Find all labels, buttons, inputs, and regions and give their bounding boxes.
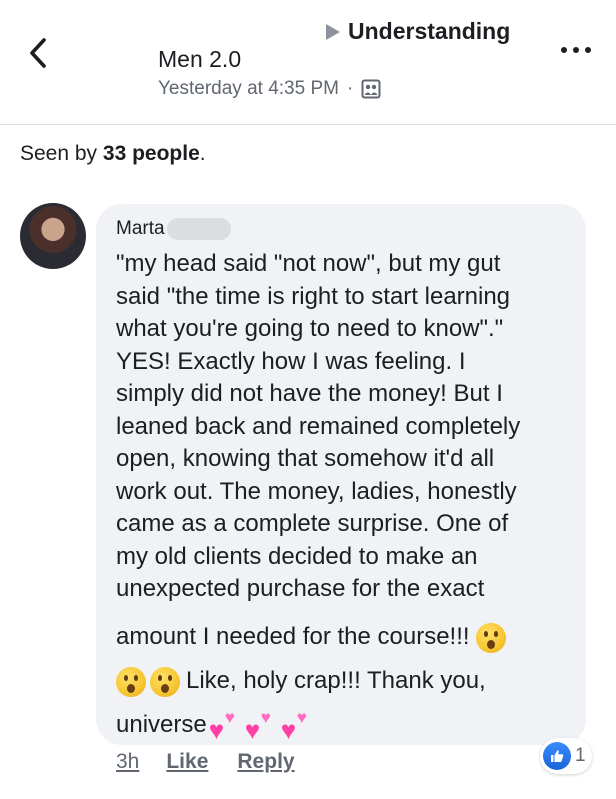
comment-line: "my head said "not now", but my gut bbox=[116, 250, 501, 277]
back-button[interactable] bbox=[24, 36, 52, 70]
comment-line-with-emoji: Like, holy crap!!! Thank you, bbox=[116, 660, 581, 704]
comment-line-with-emoji: amount I needed for the course!!! bbox=[116, 616, 581, 660]
comment-line: simply did not have the money! But I bbox=[116, 380, 503, 407]
two-hearts-icon: ♥ ♥ bbox=[208, 707, 235, 745]
thumbs-up-icon bbox=[543, 742, 571, 770]
comment-actions: 3h Like Reply bbox=[116, 750, 324, 774]
reply-button[interactable]: Reply bbox=[237, 750, 294, 774]
like-button[interactable]: Like bbox=[166, 750, 208, 774]
comment-line: open, knowing that somehow it'd all bbox=[116, 445, 495, 472]
comment-line: unexpected purchase for the exact bbox=[116, 575, 485, 602]
dot bbox=[585, 47, 591, 53]
group-members-icon bbox=[361, 79, 381, 99]
dot bbox=[573, 47, 579, 53]
astonished-face-icon bbox=[150, 666, 180, 697]
avatar[interactable] bbox=[20, 203, 86, 269]
astonished-face-icon bbox=[116, 666, 146, 697]
seen-by-text[interactable]: Seen by 33 people. bbox=[20, 142, 206, 166]
dot bbox=[561, 47, 567, 53]
breadcrumb[interactable]: Understanding bbox=[326, 18, 510, 45]
seen-by-prefix: Seen by bbox=[20, 142, 98, 165]
breadcrumb-label: Understanding bbox=[348, 18, 511, 44]
reaction-count: 1 bbox=[575, 745, 586, 766]
post-meta: Yesterday at 4:35 PM · bbox=[158, 78, 381, 100]
comment-text: "my head said "not now", but my gut said… bbox=[116, 248, 581, 748]
post-timestamp: Yesterday at 4:35 PM bbox=[158, 78, 339, 99]
comment-bubble: Marta "my head said "not now", but my gu… bbox=[96, 204, 586, 745]
more-options-button[interactable] bbox=[561, 40, 591, 60]
comment-line-with-emoji: universe ♥ ♥ ♥ ♥ ♥ ♥ bbox=[116, 704, 581, 748]
seen-by-suffix: . bbox=[199, 142, 206, 165]
post-header: Understanding Men 2.0 Yesterday at 4:35 … bbox=[0, 0, 616, 125]
triangle-right-icon bbox=[326, 23, 340, 40]
comment-line: came as a complete surprise. One of bbox=[116, 510, 509, 537]
two-hearts-icon: ♥ ♥ bbox=[244, 707, 271, 745]
redacted-name-block bbox=[166, 218, 231, 240]
comment-line: Like, holy crap!!! Thank you, bbox=[186, 667, 486, 695]
comment-line: leaned back and remained completely bbox=[116, 412, 521, 440]
group-name[interactable]: Men 2.0 bbox=[158, 46, 241, 73]
comment-line: universe bbox=[116, 711, 207, 739]
comment-author[interactable]: Marta bbox=[116, 218, 231, 240]
chevron-left-icon bbox=[30, 38, 46, 68]
comment-line: my old clients decided to make an bbox=[116, 542, 478, 570]
reaction-summary[interactable]: 1 bbox=[540, 738, 592, 774]
comment-line: what you're going to need to know"." bbox=[116, 315, 504, 342]
comment-line: YES! Exactly how I was feeling. I bbox=[116, 347, 466, 375]
seen-by-count: 33 people bbox=[102, 142, 200, 165]
comment-line: amount I needed for the course!!! bbox=[116, 623, 470, 651]
comment-line: work out. The money, ladies, honestly bbox=[116, 477, 517, 505]
comment-time-link[interactable]: 3h bbox=[116, 750, 139, 774]
comment-line: said "the time is right to start learnin… bbox=[116, 282, 511, 310]
author-name: Marta bbox=[116, 218, 165, 239]
two-hearts-icon: ♥ ♥ bbox=[280, 707, 307, 745]
astonished-face-icon bbox=[475, 622, 506, 653]
meta-separator: · bbox=[346, 78, 354, 99]
